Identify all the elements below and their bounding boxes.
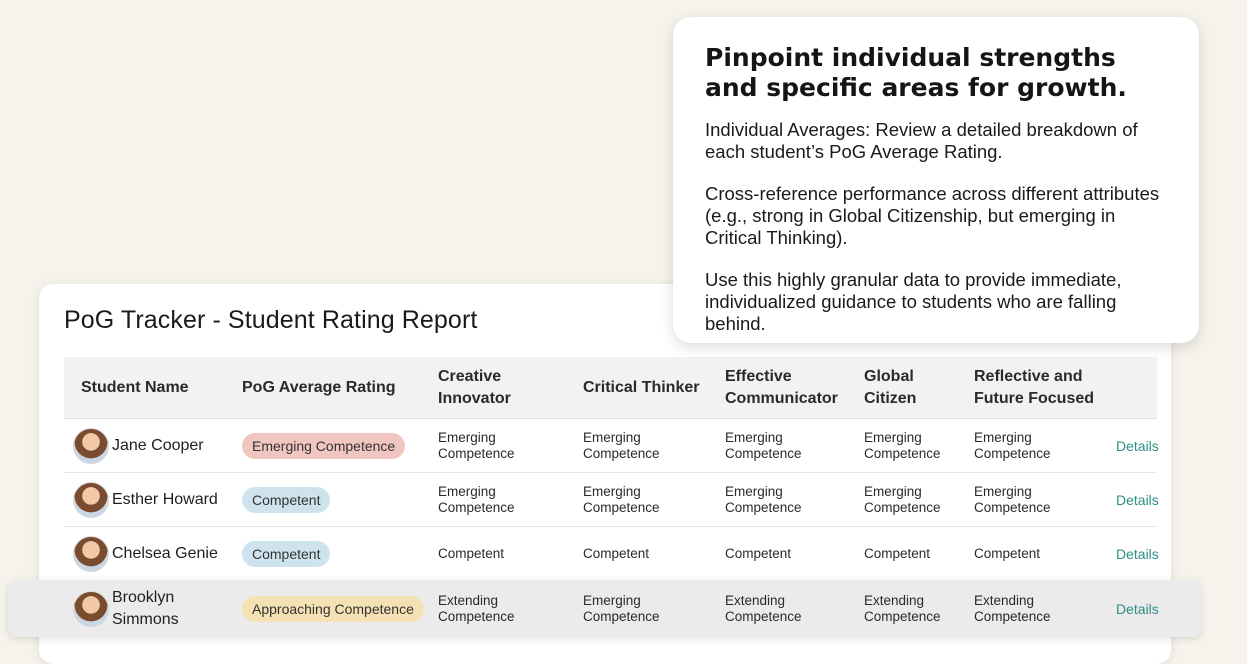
critical-thinker-value: Emerging Competence	[583, 429, 660, 461]
table-row-highlighted: Brooklyn Simmons Approaching Competence …	[8, 580, 1201, 637]
reflective-future-value: Emerging Competence	[974, 429, 1051, 461]
avatar	[73, 535, 109, 572]
status-badge: Competent	[242, 486, 331, 513]
reflective-future-value: Emerging Competence	[974, 483, 1051, 515]
status-badge: Approaching Competence	[242, 595, 424, 622]
details-link[interactable]: Details	[1116, 438, 1159, 454]
global-citizen-value: Competent	[864, 545, 931, 561]
creative-innovator-value: Competent	[438, 545, 505, 561]
col-effective-communicator: Effective Communicator	[725, 367, 838, 407]
callout-paragraph: Individual Averages: Review a detailed b…	[705, 119, 1138, 162]
avatar	[73, 481, 109, 518]
student-name: Brooklyn Simmons	[112, 588, 179, 628]
status-badge: Competent	[242, 540, 331, 567]
effective-communicator-value: Competent	[725, 545, 792, 561]
student-name: Jane Cooper	[112, 436, 204, 454]
table-row: Esther Howard Competent Emerging Compete…	[64, 473, 1159, 527]
avg-rating-cell: Approaching Competence	[242, 595, 424, 622]
col-student-name: Student Name	[81, 378, 189, 396]
table-row: Chelsea Genie Competent Competent Compet…	[64, 527, 1159, 581]
critical-thinker-value: Emerging Competence	[583, 592, 660, 624]
creative-innovator-value: Emerging Competence	[438, 483, 515, 515]
effective-communicator-value: Emerging Competence	[725, 483, 802, 515]
global-citizen-value: Emerging Competence	[864, 483, 941, 515]
avg-rating-cell: Competent	[242, 540, 331, 567]
callout-title: Pinpoint individual strengths and specif…	[705, 43, 1127, 102]
student-name: Chelsea Genie	[112, 544, 218, 562]
global-citizen-value: Extending Competence	[864, 592, 941, 624]
col-creative-innovator: Creative Innovator	[438, 367, 511, 407]
creative-innovator-value: Extending Competence	[438, 592, 515, 624]
details-link[interactable]: Details	[1116, 546, 1159, 562]
info-callout: Pinpoint individual strengths and specif…	[673, 17, 1199, 343]
col-critical-thinker: Critical Thinker	[583, 378, 700, 396]
col-pog-average: PoG Average Rating	[242, 378, 396, 396]
global-citizen-value: Emerging Competence	[864, 429, 941, 461]
col-global-citizen: Global Citizen	[864, 367, 917, 407]
reflective-future-value: Extending Competence	[974, 592, 1051, 624]
effective-communicator-value: Extending Competence	[725, 592, 802, 624]
avg-rating-cell: Emerging Competence	[242, 432, 406, 459]
table-row: Jane Cooper Emerging Competence Emerging…	[64, 419, 1159, 473]
student-name: Esther Howard	[112, 490, 218, 508]
effective-communicator-value: Emerging Competence	[725, 429, 802, 461]
callout-paragraph: Use this highly granular data to provide…	[705, 269, 1122, 334]
report-title: PoG Tracker - Student Rating Report	[64, 306, 478, 334]
reflective-future-value: Competent	[974, 545, 1041, 561]
avatar	[73, 590, 109, 627]
critical-thinker-value: Emerging Competence	[583, 483, 660, 515]
creative-innovator-value: Emerging Competence	[438, 429, 515, 461]
avg-rating-cell: Competent	[242, 486, 331, 513]
avatar	[73, 427, 109, 464]
status-badge: Emerging Competence	[242, 432, 406, 459]
details-link[interactable]: Details	[1116, 492, 1159, 508]
callout-paragraph: Cross-reference performance across diffe…	[705, 183, 1160, 248]
critical-thinker-value: Competent	[583, 545, 650, 561]
col-reflective-future: Reflective and Future Focused	[974, 367, 1095, 407]
details-link[interactable]: Details	[1116, 601, 1159, 617]
table-header: Student Name PoG Average Rating Creative…	[64, 357, 1157, 419]
